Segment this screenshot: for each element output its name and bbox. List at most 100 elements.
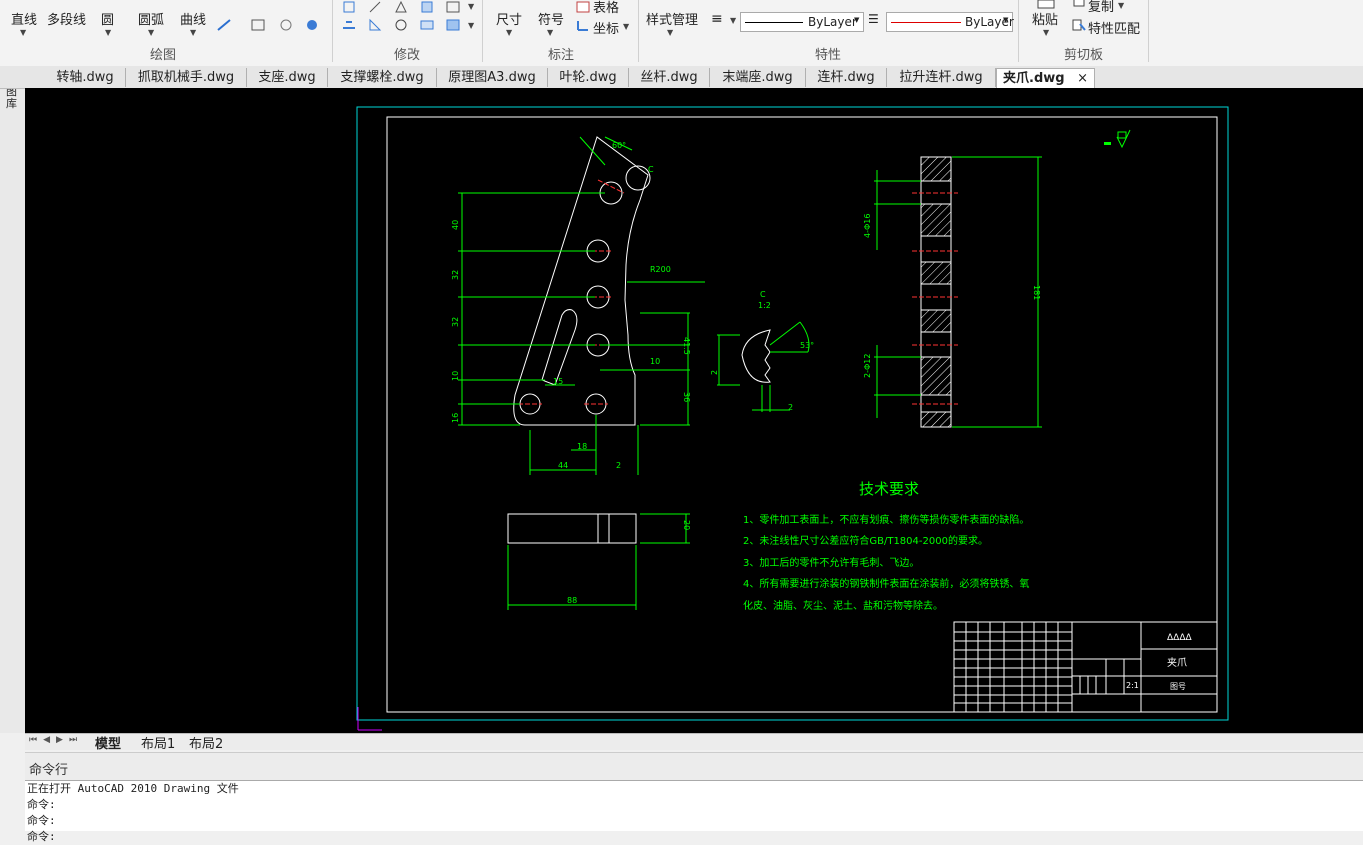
title-mark: ΔΔΔΔ	[1167, 633, 1192, 643]
line-dropdown-icon[interactable]: ▼	[20, 28, 26, 37]
separator	[1148, 0, 1149, 62]
table-button[interactable]: 表格	[593, 0, 619, 16]
region-icon[interactable]	[278, 18, 294, 32]
tab-lasheng[interactable]: 拉升连杆.dwg	[887, 68, 996, 87]
dim-60: 60°	[612, 141, 626, 150]
tab-zhuanzhou[interactable]: 转轴.dwg	[45, 68, 126, 87]
separator	[332, 0, 333, 62]
offset-icon[interactable]	[419, 18, 435, 32]
lineweight-icon[interactable]: ☰	[868, 12, 879, 26]
drawing-canvas[interactable]: 60° C R200 40 32 32 10 16 15 18 44 2 41.…	[25, 88, 1363, 733]
tab-yelun[interactable]: 叶轮.dwg	[548, 68, 629, 87]
pie-icon[interactable]	[304, 18, 320, 32]
circle-button[interactable]: 圆	[101, 9, 114, 28]
tab-layout1[interactable]: 布局1	[141, 733, 175, 752]
trim-icon[interactable]	[393, 18, 409, 32]
style-manager-dropdown-icon[interactable]: ▼	[667, 28, 673, 37]
tab-layout2[interactable]: 布局2	[189, 733, 223, 752]
coordinate-button[interactable]: 坐标	[593, 18, 619, 37]
command-history[interactable]: 正在打开 AutoCAD 2010 Drawing 文件 命令: 命令: 命令:	[25, 780, 1363, 843]
list-icon[interactable]: ≡	[711, 11, 723, 27]
stretch-icon[interactable]	[341, 18, 357, 32]
paste-button[interactable]: 粘贴	[1032, 9, 1058, 28]
circle-dropdown-icon[interactable]: ▼	[105, 28, 111, 37]
command-line-title: 命令行	[29, 763, 69, 778]
clipboard-group-label: 剪切板	[1064, 48, 1104, 63]
hatch-icon[interactable]	[250, 18, 266, 32]
dim-10: 10	[451, 371, 460, 381]
line-tool-icon[interactable]	[216, 18, 232, 32]
arc-dropdown-icon[interactable]: ▼	[148, 28, 154, 37]
copy-dropdown-icon[interactable]: ▼	[1118, 1, 1124, 10]
linetype-dropdown-icon: ▼	[854, 16, 860, 24]
arc-button[interactable]: 圆弧	[138, 9, 164, 28]
scale-icon[interactable]	[367, 18, 383, 32]
tab-jiazhua-label: 夹爪.dwg	[1003, 71, 1065, 86]
tab-zhizuo[interactable]: 支座.dwg	[247, 68, 328, 87]
tab-model[interactable]: 模型	[95, 733, 121, 752]
dim-41-5: 41.5	[682, 337, 691, 355]
copy-button[interactable]: 复制	[1088, 0, 1114, 15]
tab-liangan[interactable]: 连杆.dwg	[806, 68, 887, 87]
close-icon[interactable]: ×	[1077, 71, 1088, 86]
explode-icon[interactable]	[445, 18, 461, 32]
tab-zhicheng[interactable]: 支撑螺栓.dwg	[328, 68, 437, 87]
lineweight-select[interactable]: ByLayer ▼	[886, 12, 1014, 32]
tech-req-4b: 化皮、油脂、灰尘、泥土、盐和污物等除去。	[743, 599, 943, 612]
separator	[482, 0, 483, 62]
dim-18: 18	[577, 442, 587, 451]
layout-nav-icons[interactable]: ⏮◀▶⏭	[29, 735, 83, 745]
tab-yuanlitu[interactable]: 原理图A3.dwg	[437, 68, 548, 87]
match-properties-icon[interactable]	[1071, 18, 1087, 32]
dimension-button[interactable]: 尺寸	[496, 9, 522, 28]
dim-10b: 10	[650, 357, 660, 366]
symbol-button[interactable]: 符号	[538, 9, 564, 28]
line-button[interactable]: 直线	[11, 9, 37, 28]
curve-dropdown-icon[interactable]: ▼	[190, 28, 196, 37]
symbol-dropdown-icon[interactable]: ▼	[547, 28, 553, 37]
gallery-label[interactable]: 图库	[6, 86, 18, 110]
tab-moduanzuo[interactable]: 末端座.dwg	[710, 68, 806, 87]
holes	[519, 165, 651, 415]
tab-zhuaqu[interactable]: 抓取机械手.dwg	[126, 68, 247, 87]
dim-4-phi16: 4-Φ16	[863, 214, 872, 238]
tab-jiazhua[interactable]: 夹爪.dwg ×	[996, 68, 1095, 88]
bottom-view-dims	[507, 513, 690, 610]
tab-sigan[interactable]: 丝杆.dwg	[629, 68, 710, 87]
match-properties-button[interactable]: 特性匹配	[1088, 18, 1140, 37]
dim-36: 36	[682, 392, 691, 402]
coordinate-dropdown-icon[interactable]: ▼	[623, 22, 629, 31]
detail-c-profile	[741, 329, 771, 383]
paste-dropdown-icon[interactable]: ▼	[1043, 28, 1049, 37]
dim-88: 88	[567, 596, 577, 605]
copy-icon[interactable]	[419, 0, 435, 14]
dimension-dropdown-icon[interactable]: ▼	[506, 28, 512, 37]
linetype-value: ByLayer	[808, 15, 857, 29]
move-icon[interactable]	[341, 0, 357, 14]
ucs-icon	[357, 707, 382, 731]
polyline-button[interactable]: 多段线	[47, 9, 86, 28]
detail-c-scale: 1:2	[758, 301, 771, 310]
copy-clip-icon[interactable]	[1071, 0, 1087, 12]
curve-button[interactable]: 曲线	[180, 9, 206, 28]
array-dropdown-icon[interactable]: ▼	[468, 2, 474, 11]
detail-c-label: C	[760, 290, 766, 299]
explode-dropdown-icon[interactable]: ▼	[468, 21, 474, 30]
roughness-symbol	[1104, 129, 1131, 149]
table-icon[interactable]	[575, 0, 591, 14]
dim-r200: R200	[650, 265, 671, 274]
dim-c: C	[648, 165, 654, 174]
coordinate-icon[interactable]	[575, 18, 591, 32]
command-line-2: 命令:	[27, 814, 56, 827]
command-line-1: 命令:	[27, 798, 56, 811]
left-side-panel: 图库	[0, 66, 26, 733]
list-dropdown-icon[interactable]: ▼	[730, 16, 736, 25]
separator	[638, 0, 639, 62]
part-name: 夹爪	[1167, 656, 1187, 669]
style-manager-button[interactable]: 样式管理	[646, 9, 698, 28]
linetype-select[interactable]: ByLayer ▼	[740, 12, 864, 32]
rotate-icon[interactable]	[367, 0, 383, 14]
layout-tab-bar: ⏮◀▶⏭ 模型 布局1 布局2	[25, 733, 1363, 752]
array-icon[interactable]	[445, 0, 461, 14]
mirror-icon[interactable]	[393, 0, 409, 14]
